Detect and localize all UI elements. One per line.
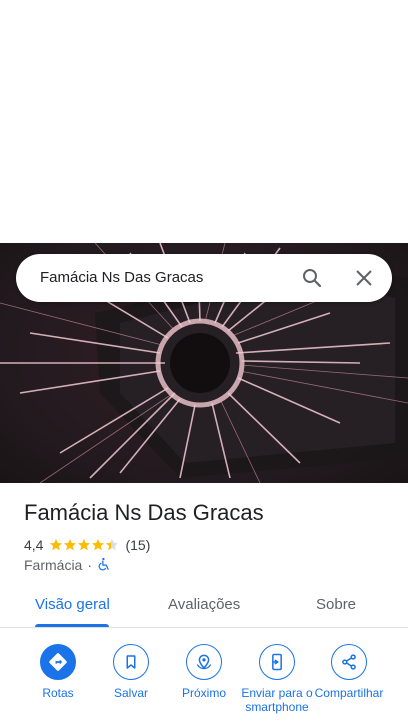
place-title: Famácia Ns Das Gracas [24,500,264,525]
save-label: Salvar [113,686,148,700]
star-icon [92,539,105,551]
separator-dot: · [87,557,93,573]
directions-label: Rotas [42,686,74,700]
nearby-icon [186,644,222,680]
close-icon[interactable] [352,266,376,290]
search-bar[interactable]: Famácia Ns Das Gracas [16,254,392,302]
category-row: Farmácia · [24,556,111,574]
tab-about[interactable]: Sobre [316,596,356,613]
tab-overview[interactable]: Visão geral [35,596,110,613]
share-button[interactable]: Compartilhar [309,644,389,700]
send-to-phone-icon [259,644,295,680]
send-to-phone-label: Enviar para o smartphone [241,686,313,714]
rating-stars [49,538,119,552]
action-buttons-row: Rotas Salvar Próximo Enviar para o smart… [0,628,408,726]
review-count[interactable]: (15) [125,537,150,553]
send-to-phone-button[interactable]: Enviar para o smartphone [237,644,317,714]
bookmark-icon [113,644,149,680]
wheelchair-accessible-icon [97,557,111,574]
search-query-text[interactable]: Famácia Ns Das Gracas [40,269,203,286]
place-category: Farmácia [24,557,83,573]
search-icon[interactable] [300,266,324,290]
star-icon [106,539,119,551]
active-tab-indicator [35,624,109,627]
directions-icon [40,644,76,680]
star-icon [78,539,91,551]
share-label: Compartilhar [314,686,384,700]
share-icon [331,644,367,680]
nearby-button[interactable]: Próximo [164,644,244,700]
tab-bar: Visão geral Avaliações Sobre [0,586,408,628]
nearby-label: Próximo [181,686,226,700]
rating-row[interactable]: 4,4 (15) [24,536,150,554]
rating-value: 4,4 [24,537,44,553]
tab-reviews[interactable]: Avaliações [168,596,240,613]
save-button[interactable]: Salvar [91,644,171,700]
directions-button[interactable]: Rotas [18,644,98,700]
star-icon [64,539,77,551]
map-area-blank [0,0,408,243]
star-icon [50,539,63,551]
